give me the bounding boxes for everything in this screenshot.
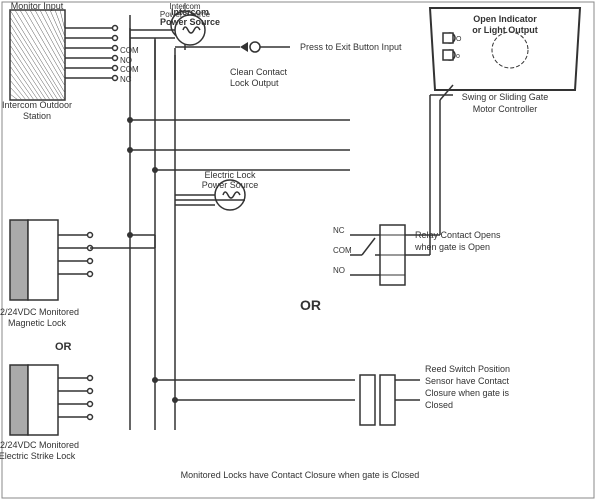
svg-text:NC: NC [333, 226, 345, 235]
svg-text:Electric Lock: Electric Lock [204, 170, 256, 180]
svg-text:12/24VDC Monitored: 12/24VDC Monitored [0, 307, 79, 317]
svg-text:Magnetic Lock: Magnetic Lock [8, 318, 67, 328]
svg-text:Reed Switch Position: Reed Switch Position [425, 364, 510, 374]
svg-text:Open Indicator: Open Indicator [473, 14, 537, 24]
svg-text:Lock Output: Lock Output [230, 78, 279, 88]
svg-text:12/24VDC Monitored: 12/24VDC Monitored [0, 440, 79, 450]
svg-text:Closed: Closed [425, 400, 453, 410]
svg-text:Clean Contact: Clean Contact [230, 67, 288, 77]
svg-text:Monitored Locks have Contact C: Monitored Locks have Contact Closure whe… [181, 470, 420, 480]
svg-text:Swing or Sliding Gate: Swing or Sliding Gate [462, 92, 549, 102]
svg-text:Closure when gate is: Closure when gate is [425, 388, 510, 398]
svg-text:Motor Controller: Motor Controller [473, 104, 538, 114]
svg-text:Power Source: Power Source [202, 180, 259, 190]
svg-text:OR: OR [300, 297, 321, 313]
svg-text:O: O [456, 36, 462, 43]
svg-text:Sensor have Contact: Sensor have Contact [425, 376, 510, 386]
svg-text:OR: OR [55, 341, 72, 353]
svg-text:or Light Output: or Light Output [472, 25, 537, 35]
svg-text:Power Source: Power Source [160, 17, 220, 27]
wiring-diagram: Monitor Input Intercom Outdoor Station I… [0, 0, 596, 500]
svg-text:Station: Station [23, 111, 51, 121]
svg-text:o: o [456, 53, 460, 60]
monitor-input-label: Monitor Input [11, 1, 64, 11]
svg-text:Press to Exit Button Input: Press to Exit Button Input [300, 42, 402, 52]
svg-text:Intercom Outdoor: Intercom Outdoor [2, 100, 72, 110]
svg-text:when gate is Open: when gate is Open [414, 242, 490, 252]
svg-text:Electric Strike Lock: Electric Strike Lock [0, 451, 76, 461]
svg-text:COM: COM [333, 246, 352, 255]
svg-text:NO: NO [333, 266, 345, 275]
svg-text:Intercom: Intercom [171, 7, 209, 17]
